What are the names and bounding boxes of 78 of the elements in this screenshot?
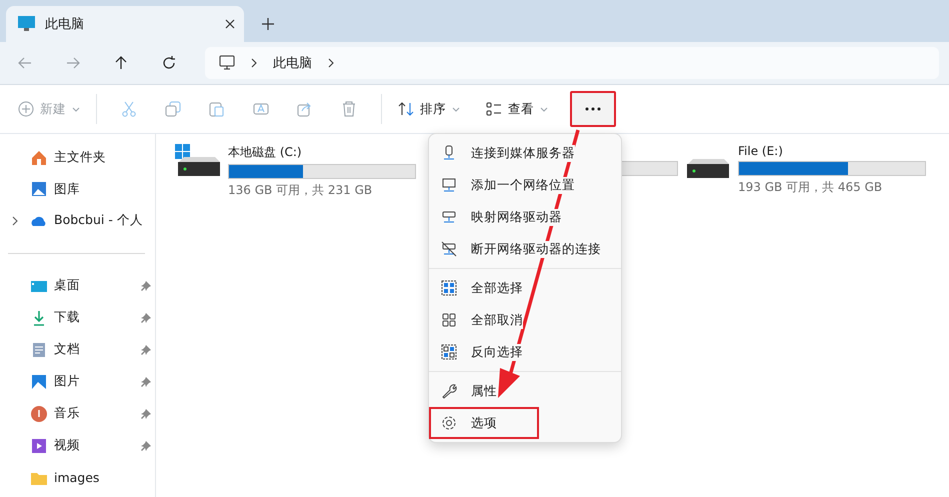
pin-icon[interactable] <box>141 280 151 290</box>
menu-item[interactable]: 连接到媒体服务器 <box>429 137 621 169</box>
menu-item[interactable]: 断开网络驱动器的连接 <box>429 233 621 265</box>
picture-icon <box>30 372 48 390</box>
view-button[interactable]: 查看 <box>480 94 554 124</box>
view-icon <box>486 102 502 116</box>
share-icon[interactable] <box>297 101 313 117</box>
drive-name: File (E:) <box>738 144 784 158</box>
home-icon <box>30 148 48 167</box>
more-button[interactable] <box>570 91 616 127</box>
gallery-icon <box>30 180 48 198</box>
menu-item[interactable]: 反向选择 <box>429 336 621 368</box>
settings-icon <box>441 415 457 431</box>
delete-icon[interactable] <box>341 101 357 117</box>
rename-icon[interactable] <box>253 101 269 117</box>
network-computer-icon <box>441 177 457 193</box>
sort-icon <box>398 101 414 117</box>
back-icon[interactable] <box>17 55 33 71</box>
sidebar-item[interactable]: 图库 <box>0 174 155 205</box>
server-icon <box>441 145 457 161</box>
pin-icon[interactable] <box>141 312 151 322</box>
menu-item[interactable]: 映射网络驱动器 <box>429 201 621 233</box>
free-space: 193 GB 可用，共 465 GB <box>738 179 884 196</box>
copy-icon[interactable] <box>165 101 181 117</box>
cut-icon[interactable] <box>121 101 137 117</box>
sidebar-item[interactable]: 视频 <box>0 430 155 462</box>
sidebar-item[interactable]: 文档 <box>0 334 155 366</box>
document-icon <box>30 340 48 358</box>
invert-selection-icon <box>441 344 457 360</box>
caret-icon <box>452 106 460 112</box>
caret-icon <box>540 106 548 112</box>
menu-item[interactable]: 属性 <box>429 375 621 407</box>
refresh-icon[interactable] <box>161 55 177 71</box>
sidebar-item[interactable]: Bobcbui - 个人 <box>0 205 155 236</box>
menu-item[interactable]: 全部取消 <box>429 304 621 336</box>
monitor-icon <box>219 55 235 71</box>
select-none-icon <box>441 312 457 328</box>
more-icon <box>585 107 601 111</box>
drive-tile[interactable]: File (E:) 193 GB 可用，共 465 GB <box>685 144 940 497</box>
paste-icon[interactable] <box>209 101 225 117</box>
menu-item[interactable]: 全部选择 <box>429 272 621 304</box>
system-drive-icon <box>175 144 221 178</box>
breadcrumb-item[interactable]: 此电脑 <box>273 54 312 72</box>
expand-icon[interactable] <box>10 216 20 226</box>
add-tab-icon[interactable] <box>262 18 274 30</box>
sort-button[interactable]: 排序 <box>392 94 466 124</box>
drive-icon <box>687 159 729 178</box>
tab[interactable]: 此电脑 <box>6 6 244 42</box>
wrench-icon <box>441 383 457 399</box>
menu-item[interactable]: 添加一个网络位置 <box>429 169 621 201</box>
pin-icon[interactable] <box>141 440 151 450</box>
up-icon[interactable] <box>113 55 129 71</box>
address-bar[interactable]: 此电脑 <box>205 47 939 79</box>
network-drive-icon <box>441 209 457 225</box>
caret-icon <box>72 106 80 112</box>
sidebar-item[interactable]: 主文件夹 <box>0 142 155 174</box>
monitor-icon <box>18 16 35 32</box>
menu-item[interactable]: 选项 <box>429 407 539 439</box>
forward-icon[interactable] <box>65 55 81 71</box>
music-icon <box>30 404 48 422</box>
pin-icon[interactable] <box>141 376 151 386</box>
close-icon[interactable] <box>224 18 236 30</box>
sidebar-item[interactable]: 图片 <box>0 366 155 398</box>
chevron-icon[interactable] <box>328 58 334 68</box>
plus-circle-icon <box>18 101 34 117</box>
sidebar-item[interactable]: 下载 <box>0 302 155 334</box>
chevron-icon <box>251 58 257 68</box>
sidebar-item[interactable]: 桌面 <box>0 270 155 302</box>
disconnect-drive-icon <box>441 241 457 257</box>
drive-name: 本地磁盘 (C:) <box>228 144 303 161</box>
free-space: 136 GB 可用，共 231 GB <box>228 182 374 199</box>
select-all-icon <box>441 280 457 296</box>
pin-icon[interactable] <box>141 344 151 354</box>
drive-tile[interactable]: 本地磁盘 (C:) 136 GB 可用，共 231 GB <box>175 144 430 497</box>
pin-icon[interactable] <box>141 408 151 418</box>
sidebar-item[interactable]: 音乐 <box>0 398 155 430</box>
video-icon <box>30 436 48 454</box>
sidebar-item[interactable]: images <box>0 462 155 494</box>
